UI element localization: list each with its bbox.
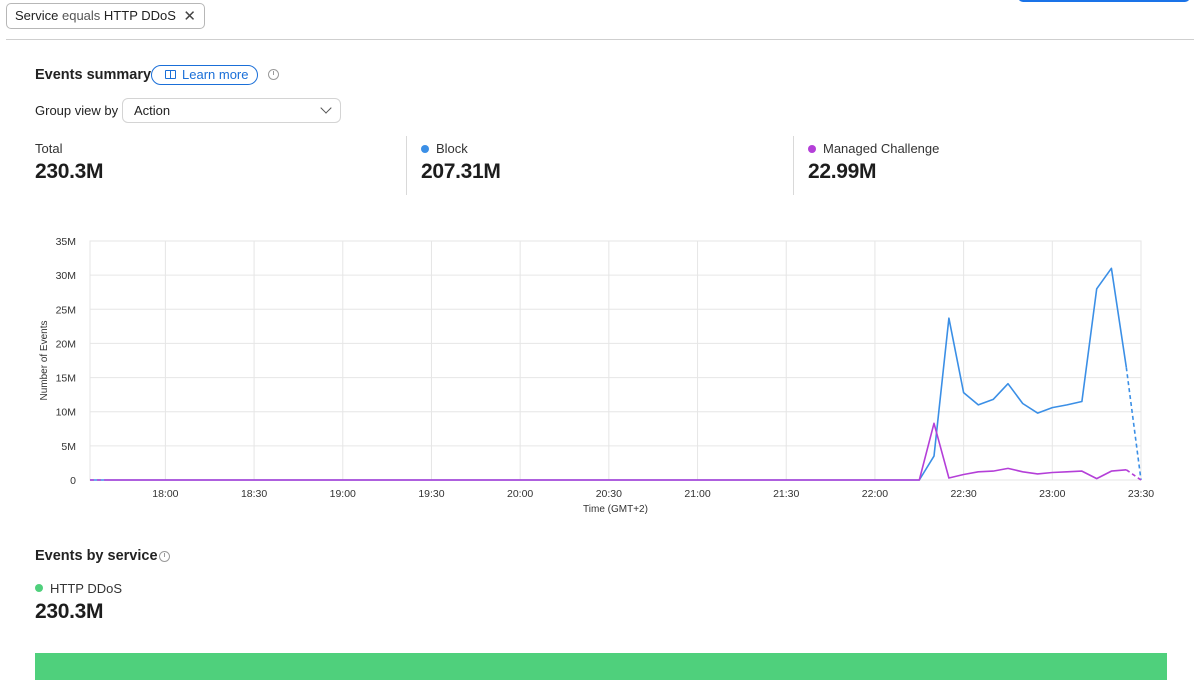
chevron-down-icon bbox=[320, 102, 332, 114]
learn-more-button[interactable]: Learn more bbox=[151, 65, 258, 85]
x-tick-label: 19:00 bbox=[330, 488, 356, 500]
stat-block-value: 207.31M bbox=[421, 160, 501, 183]
clock-icon[interactable] bbox=[268, 69, 279, 80]
block-series-dashed-tail bbox=[1125, 367, 1142, 481]
clock-icon[interactable] bbox=[159, 551, 170, 562]
events-line-chart: 0 5M 10M 15M 20M 25M 30M 35M 18:00 18:30 19:00 19:3… bbox=[39, 236, 1154, 515]
x-tick-label: 23:00 bbox=[1039, 488, 1065, 500]
stat-challenge-label: Managed Challenge bbox=[823, 141, 940, 156]
x-tick-label: 23:30 bbox=[1128, 488, 1154, 500]
header-divider bbox=[6, 39, 1194, 40]
managed-challenge-series-line bbox=[106, 422, 1127, 481]
top-right-button[interactable] bbox=[1018, 0, 1190, 2]
y-tick-label: 20M bbox=[56, 338, 76, 350]
learn-more-label: Learn more bbox=[182, 67, 249, 82]
x-tick-label: 22:00 bbox=[862, 488, 888, 500]
x-axis-title: Time (GMT+2) bbox=[583, 504, 648, 515]
y-tick-label: 25M bbox=[56, 304, 76, 316]
filter-operator: equals bbox=[61, 8, 101, 23]
plot-frame bbox=[89, 240, 1142, 481]
events-by-service-title: Events by service bbox=[35, 548, 158, 564]
service-legend-dot bbox=[35, 584, 43, 592]
events-summary-title: Events summary bbox=[35, 67, 152, 83]
y-tick-label: 0 bbox=[70, 475, 76, 487]
x-tick-label: 22:30 bbox=[950, 488, 976, 500]
stat-challenge-value: 22.99M bbox=[808, 160, 877, 183]
x-tick-label: 20:30 bbox=[596, 488, 622, 500]
stat-total-label: Total bbox=[35, 141, 63, 156]
service-name: HTTP DDoS bbox=[50, 581, 122, 596]
y-tick-label: 10M bbox=[56, 407, 76, 419]
y-axis-title: Number of Events bbox=[39, 320, 50, 400]
managed-challenge-series-dashed-tail bbox=[1125, 469, 1142, 481]
book-icon bbox=[165, 70, 176, 79]
service-bar[interactable] bbox=[35, 653, 1167, 680]
x-tick-label: 18:00 bbox=[152, 488, 178, 500]
stat-total-value: 230.3M bbox=[35, 160, 104, 183]
x-tick-label: 21:00 bbox=[684, 488, 710, 500]
close-icon[interactable]: ✕ bbox=[183, 5, 196, 29]
x-tick-label: 19:30 bbox=[418, 488, 444, 500]
x-tick-label: 20:00 bbox=[507, 488, 533, 500]
challenge-legend-dot bbox=[808, 145, 816, 153]
stat-block-label: Block bbox=[436, 141, 468, 156]
group-view-select[interactable]: Action bbox=[122, 98, 341, 123]
service-value: 230.3M bbox=[35, 600, 104, 623]
x-tick-label: 18:30 bbox=[241, 488, 267, 500]
filter-chip[interactable]: Service equals HTTP DDoS ✕ bbox=[6, 3, 205, 29]
filter-field: Service bbox=[15, 8, 59, 23]
filter-value: HTTP DDoS bbox=[103, 8, 176, 23]
block-legend-dot bbox=[421, 145, 429, 153]
group-view-value: Action bbox=[134, 103, 171, 118]
y-tick-label: 5M bbox=[61, 441, 76, 453]
y-tick-label: 15M bbox=[56, 373, 76, 385]
x-tick-label: 21:30 bbox=[773, 488, 799, 500]
block-series-line bbox=[90, 267, 1128, 481]
y-tick-label: 30M bbox=[56, 270, 76, 282]
y-tick-label: 35M bbox=[56, 236, 76, 248]
stat-divider bbox=[793, 136, 794, 195]
group-view-label: Group view by bbox=[35, 103, 119, 118]
stat-divider bbox=[406, 136, 407, 195]
